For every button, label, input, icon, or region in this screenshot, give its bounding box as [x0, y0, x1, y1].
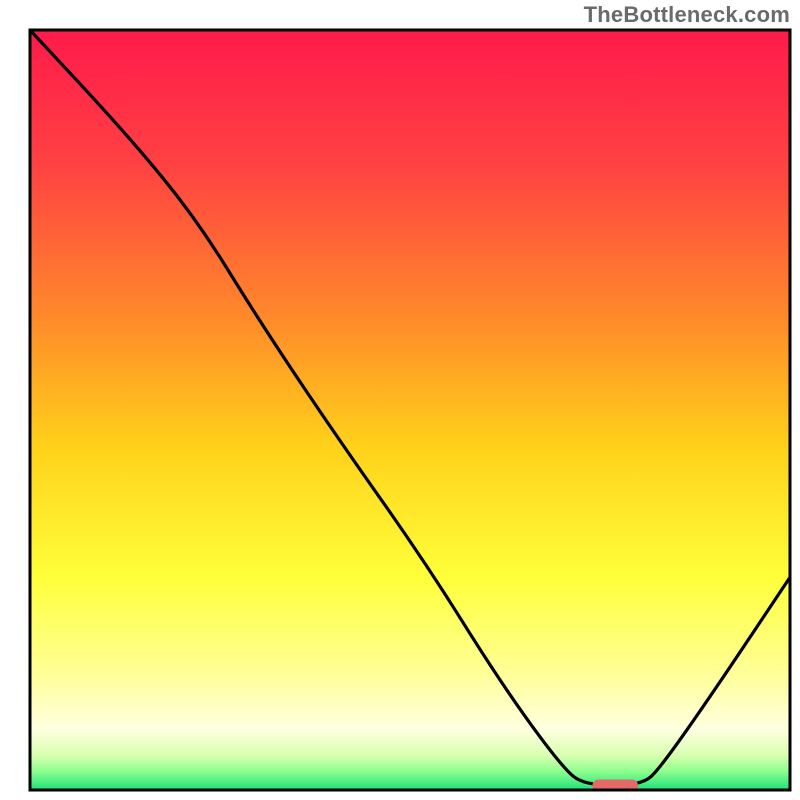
plot-background: [30, 30, 790, 790]
bottleneck-chart: [0, 0, 800, 800]
watermark-text: TheBottleneck.com: [584, 2, 790, 28]
chart-container: TheBottleneck.com: [0, 0, 800, 800]
